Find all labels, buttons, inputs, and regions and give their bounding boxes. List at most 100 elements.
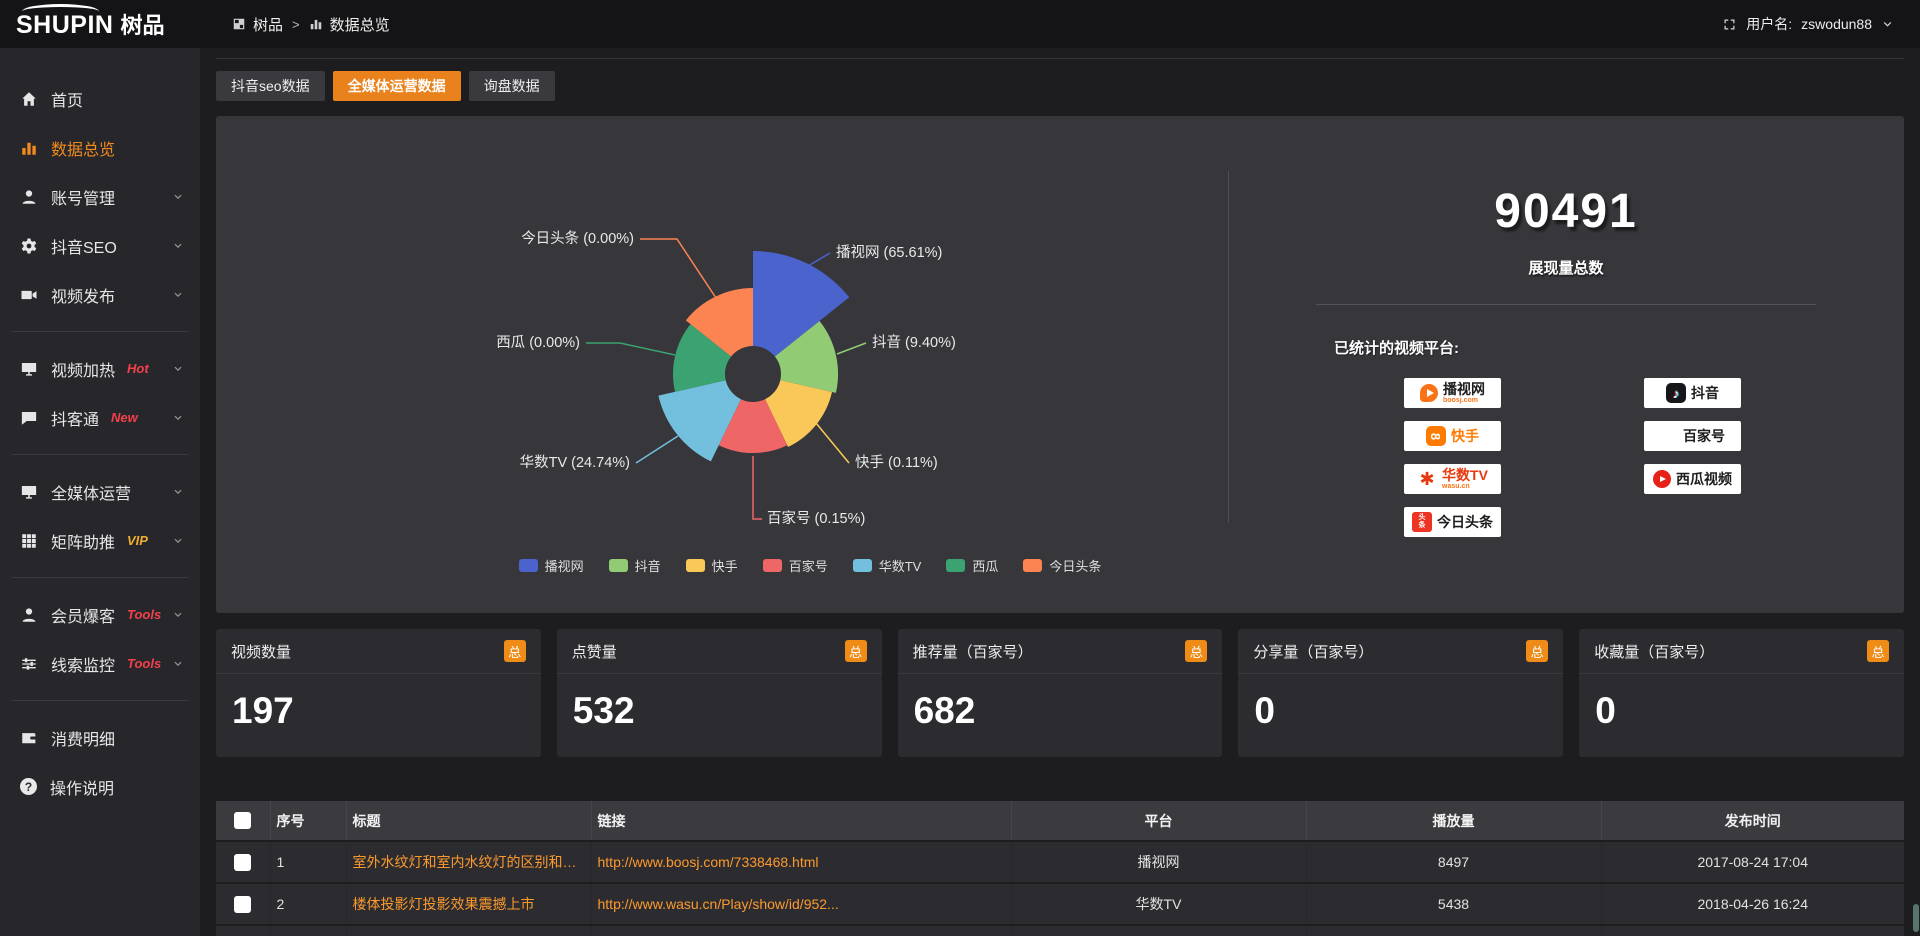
sidebar-item-monitor-视频加热[interactable]: 视频加热 Hot xyxy=(0,344,200,393)
legend-swatch xyxy=(686,559,705,572)
sidebar-item-label: 会员爆客 xyxy=(51,603,115,627)
page-scrollbar-thumb[interactable] xyxy=(1913,904,1919,932)
platform-badge-今日头条: 今日头条 xyxy=(1404,507,1501,537)
stat-card-title: 推荐量（百家号） xyxy=(913,641,1033,662)
cell-time: 2018-04-26 16:24 xyxy=(1601,883,1904,925)
video-icon xyxy=(20,286,38,304)
platform-name: 快手 xyxy=(1451,429,1479,444)
sidebar-item-tag: Tools xyxy=(127,656,161,671)
total-badge: 总 xyxy=(1185,640,1207,662)
legend-item-华数TV[interactable]: 华数TV xyxy=(853,556,922,575)
fullscreen-icon[interactable] xyxy=(1722,17,1737,32)
username-value[interactable]: zswodun88 xyxy=(1801,16,1872,32)
cell-url-link[interactable]: http://www.wasu.cn/Play/show/id/952... xyxy=(591,883,1011,925)
legend-swatch xyxy=(763,559,782,572)
sidebar-item-tag: Hot xyxy=(127,361,149,376)
logo-text-cn: 树品 xyxy=(120,8,164,40)
chevron-down-icon xyxy=(172,363,184,375)
legend-swatch xyxy=(1023,559,1042,572)
legend-label: 抖音 xyxy=(635,556,661,575)
legend-item-快手[interactable]: 快手 xyxy=(686,556,738,575)
pie-slice-华数TV[interactable] xyxy=(658,380,741,461)
app-logo[interactable]: SHUPIN 树品 xyxy=(0,8,200,40)
grid-icon xyxy=(20,532,38,550)
platform-name: 华数TV xyxy=(1442,468,1488,483)
platform-name-wrap: 快手 xyxy=(1451,429,1479,444)
stat-card-title: 分享量（百家号） xyxy=(1253,641,1373,662)
sidebar-divider xyxy=(12,577,188,578)
legend-item-今日头条[interactable]: 今日头条 xyxy=(1023,556,1101,575)
gear-icon xyxy=(20,237,38,255)
platforms-label: 已统计的视频平台: xyxy=(1334,337,1904,358)
platform-name-wrap: 今日头条 xyxy=(1437,515,1493,530)
sidebar-item-home-首页[interactable]: 首页 xyxy=(0,74,200,123)
platform-share-chart: 播视网 (65.61%)抖音 (9.40%)快手 (0.11%)百家号 (0.1… xyxy=(216,116,1228,613)
stat-card-value: 197 xyxy=(216,674,541,732)
sidebar-item-monitor-全媒体运营[interactable]: 全媒体运营 xyxy=(0,467,200,516)
sliders-icon xyxy=(20,655,38,673)
sidebar-item-chat-抖客通[interactable]: 抖客通 New xyxy=(0,393,200,442)
tab-询盘数据[interactable]: 询盘数据 xyxy=(469,71,555,101)
sidebar-item-video-视频发布[interactable]: 视频发布 xyxy=(0,270,200,319)
sidebar-item-wallet-消费明细[interactable]: 消费明细 xyxy=(0,713,200,762)
sidebar-divider xyxy=(12,454,188,455)
sidebar-item-chart-数据总览[interactable]: 数据总览 xyxy=(0,123,200,172)
pie-label-line-西瓜 xyxy=(586,343,675,355)
row-checkbox[interactable] xyxy=(234,896,251,913)
legend-item-播视网[interactable]: 播视网 xyxy=(519,556,584,575)
total-impressions-label: 展现量总数 xyxy=(1228,257,1904,278)
cell-url-link[interactable]: http://www.boosj.com/7338468.html xyxy=(591,841,1011,883)
sidebar-item-grid-矩阵助推[interactable]: 矩阵助推 VIP xyxy=(0,516,200,565)
breadcrumb-root[interactable]: 树品 xyxy=(253,14,283,35)
legend-item-百家号[interactable]: 百家号 xyxy=(763,556,828,575)
total-badge: 总 xyxy=(1867,640,1889,662)
tab-抖音seo数据[interactable]: 抖音seo数据 xyxy=(216,71,325,101)
pie-label-line-华数TV xyxy=(636,436,678,463)
logo-text-en: SHUPIN xyxy=(16,13,113,38)
breadcrumb-current[interactable]: 数据总览 xyxy=(330,14,390,35)
overview-panel: 播视网 (65.61%)抖音 (9.40%)快手 (0.11%)百家号 (0.1… xyxy=(216,116,1904,613)
baijiahao-logo-icon xyxy=(1660,427,1678,445)
stat-card-分享量（百家号）: 分享量（百家号） 总 0 xyxy=(1238,629,1563,757)
cell-url-link[interactable] xyxy=(591,925,1011,936)
cell-title-link[interactable] xyxy=(346,925,591,936)
tab-全媒体运营数据[interactable]: 全媒体运营数据 xyxy=(333,71,461,101)
sidebar-item-sliders-线索监控[interactable]: 线索监控 Tools xyxy=(0,639,200,688)
chevron-down-icon xyxy=(172,191,184,203)
chevron-down-icon xyxy=(172,412,184,424)
chevron-down-icon xyxy=(172,240,184,252)
sidebar-item-user-会员爆客[interactable]: 会员爆客 Tools xyxy=(0,590,200,639)
sidebar-item-user-账号管理[interactable]: 账号管理 xyxy=(0,172,200,221)
platform-badge-西瓜视频: 西瓜视频 xyxy=(1644,464,1741,494)
cell-index: 2 xyxy=(270,883,346,925)
stat-cards-row: 视频数量 总 197 点赞量 总 532 推荐量（百家号） 总 682 分享量（… xyxy=(216,629,1904,757)
stat-card-点赞量: 点赞量 总 532 xyxy=(557,629,882,757)
top-header: SHUPIN 树品 树品 > 数据总览 用户名: zswodun88 xyxy=(0,0,1920,48)
cell-platform xyxy=(1011,925,1306,936)
platform-badge-播视网: 播视网 boosj.com xyxy=(1404,378,1501,408)
stat-card-value: 0 xyxy=(1579,674,1904,732)
legend-item-抖音[interactable]: 抖音 xyxy=(609,556,661,575)
chevron-down-icon xyxy=(172,535,184,547)
sidebar-item-gear-抖音SEO[interactable]: 抖音SEO xyxy=(0,221,200,270)
cell-title-link[interactable]: 楼体投影灯投影效果震撼上市 xyxy=(346,883,591,925)
select-all-checkbox[interactable] xyxy=(234,812,251,829)
monitor-icon xyxy=(20,360,38,378)
legend-item-西瓜[interactable]: 西瓜 xyxy=(946,556,998,575)
legend-swatch xyxy=(946,559,965,572)
pie-label-line-快手 xyxy=(816,423,849,463)
boosj-logo-icon xyxy=(1420,384,1438,402)
legend-swatch xyxy=(853,559,872,572)
pie-label-今日头条: 今日头条 (0.00%) xyxy=(521,230,634,247)
rose-pie-chart[interactable]: 播视网 (65.61%)抖音 (9.40%)快手 (0.11%)百家号 (0.1… xyxy=(216,116,1228,613)
legend-label: 今日头条 xyxy=(1049,556,1101,575)
legend-label: 华数TV xyxy=(879,556,922,575)
chart-legend: 播视网 抖音 快手 百家号 华数TV 西瓜 今日头条 xyxy=(304,556,1316,575)
table-row: 1 室外水纹灯和室内水纹灯的区别和简介 http://www.boosj.com… xyxy=(216,841,1904,883)
sidebar-item-help-操作说明[interactable]: 操作说明 xyxy=(0,762,200,811)
chevron-down-icon[interactable] xyxy=(1881,18,1894,31)
sidebar-divider xyxy=(12,700,188,701)
row-checkbox[interactable] xyxy=(234,854,251,871)
platform-name: 百家号 xyxy=(1683,429,1725,444)
cell-title-link[interactable]: 室外水纹灯和室内水纹灯的区别和简介 xyxy=(346,841,591,883)
